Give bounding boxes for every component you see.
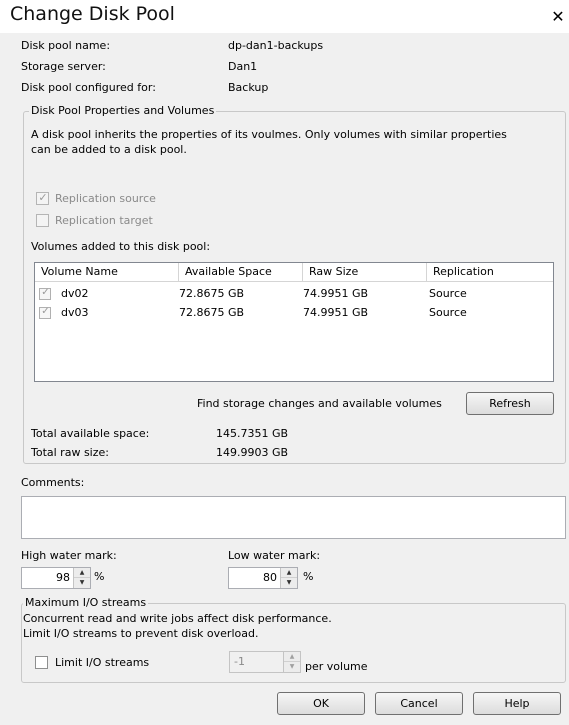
refresh-button[interactable]: Refresh	[466, 392, 554, 415]
volume-name: dv02	[61, 287, 89, 300]
replication-source-checkbox[interactable]: ✓	[36, 191, 49, 205]
spin-up-icon[interactable]: ▲	[281, 568, 297, 578]
check-icon: ✓	[38, 191, 48, 204]
volume-raw-size: 74.9951 GB	[303, 306, 369, 319]
total-raw-label: Total raw size:	[31, 446, 109, 459]
io-streams-group-legend: Maximum I/O streams	[23, 596, 149, 609]
volume-available-space: 72.8675 GB	[179, 306, 245, 319]
storage-server-label: Storage server:	[21, 60, 106, 73]
configured-for-value: Backup	[228, 81, 269, 94]
column-header-replication[interactable]: Replication	[427, 263, 553, 282]
volume-replication: Source	[429, 306, 467, 319]
io-streams-spin-buttons: ▲ ▼	[283, 652, 300, 672]
spin-up-icon[interactable]: ▲	[74, 568, 90, 578]
table-row[interactable]: ✓ dv03 72.8675 GB 74.9951 GB Source	[35, 304, 553, 323]
properties-description-line1: A disk pool inherits the properties of i…	[31, 128, 507, 141]
configured-for-label: Disk pool configured for:	[21, 81, 156, 94]
properties-description-line2: can be added to a disk pool.	[31, 143, 187, 156]
io-streams-stepper[interactable]: -1 ▲ ▼	[229, 651, 301, 673]
limit-io-streams-checkbox[interactable]	[35, 656, 48, 669]
spin-down-icon[interactable]: ▼	[284, 662, 300, 672]
title-bar: Change Disk Pool ✕	[0, 0, 569, 33]
spin-down-icon[interactable]: ▼	[281, 578, 297, 588]
volume-checkbox[interactable]: ✓	[39, 306, 51, 319]
low-water-mark-spin-buttons: ▲ ▼	[280, 568, 297, 588]
limit-io-streams-label: Limit I/O streams	[55, 656, 150, 669]
total-available-value: 145.7351 GB	[216, 427, 289, 440]
volume-raw-size: 74.9951 GB	[303, 287, 369, 300]
io-description-line2: Limit I/O streams to prevent disk overlo…	[23, 627, 259, 640]
comments-label: Comments:	[21, 476, 85, 489]
volume-checkbox[interactable]: ✓	[39, 287, 51, 300]
replication-target-checkbox[interactable]	[36, 214, 49, 227]
replication-source-label: Replication source	[55, 192, 156, 205]
total-raw-value: 149.9903 GB	[216, 446, 289, 459]
low-water-mark-stepper[interactable]: 80 ▲ ▼	[228, 567, 298, 589]
replication-target-label: Replication target	[55, 214, 153, 227]
high-water-mark-value: 98	[56, 571, 70, 584]
storage-server-value: Dan1	[228, 60, 258, 73]
volume-replication: Source	[429, 287, 467, 300]
column-header-volume-name[interactable]: Volume Name	[35, 263, 179, 282]
spin-up-icon[interactable]: ▲	[284, 652, 300, 662]
ok-button[interactable]: OK	[277, 692, 365, 715]
check-icon: ✓	[41, 306, 50, 317]
comments-input[interactable]	[21, 496, 566, 539]
io-description-line1: Concurrent read and write jobs affect di…	[23, 612, 332, 625]
low-water-mark-unit: %	[303, 570, 314, 583]
disk-pool-name-label: Disk pool name:	[21, 39, 111, 52]
help-button[interactable]: Help	[473, 692, 561, 715]
close-icon[interactable]: ✕	[549, 8, 567, 25]
disk-pool-name-value: dp-dan1-backups	[228, 39, 324, 52]
high-water-mark-spin-buttons: ▲ ▼	[73, 568, 90, 588]
volume-name: dv03	[61, 306, 89, 319]
spin-down-icon[interactable]: ▼	[74, 578, 90, 588]
io-streams-value: -1	[234, 655, 245, 668]
find-changes-text: Find storage changes and available volum…	[197, 397, 442, 410]
volume-available-space: 72.8675 GB	[179, 287, 245, 300]
window-title: Change Disk Pool	[10, 3, 175, 25]
check-icon: ✓	[41, 287, 50, 298]
high-water-mark-label: High water mark:	[21, 549, 117, 562]
low-water-mark-label: Low water mark:	[228, 549, 321, 562]
total-available-label: Total available space:	[31, 427, 150, 440]
table-row[interactable]: ✓ dv02 72.8675 GB 74.9951 GB Source	[35, 285, 553, 304]
properties-group-legend: Disk Pool Properties and Volumes	[29, 104, 217, 117]
low-water-mark-value: 80	[263, 571, 277, 584]
column-header-raw-size[interactable]: Raw Size	[303, 263, 427, 282]
high-water-mark-stepper[interactable]: 98 ▲ ▼	[21, 567, 91, 589]
volumes-list[interactable]: Volume Name Available Space Raw Size Rep…	[34, 262, 554, 382]
high-water-mark-unit: %	[94, 570, 105, 583]
per-volume-label: per volume	[305, 660, 368, 673]
volumes-list-header: Volume Name Available Space Raw Size Rep…	[35, 263, 553, 282]
volumes-label: Volumes added to this disk pool:	[31, 240, 211, 253]
cancel-button[interactable]: Cancel	[375, 692, 463, 715]
column-header-available-space[interactable]: Available Space	[179, 263, 303, 282]
